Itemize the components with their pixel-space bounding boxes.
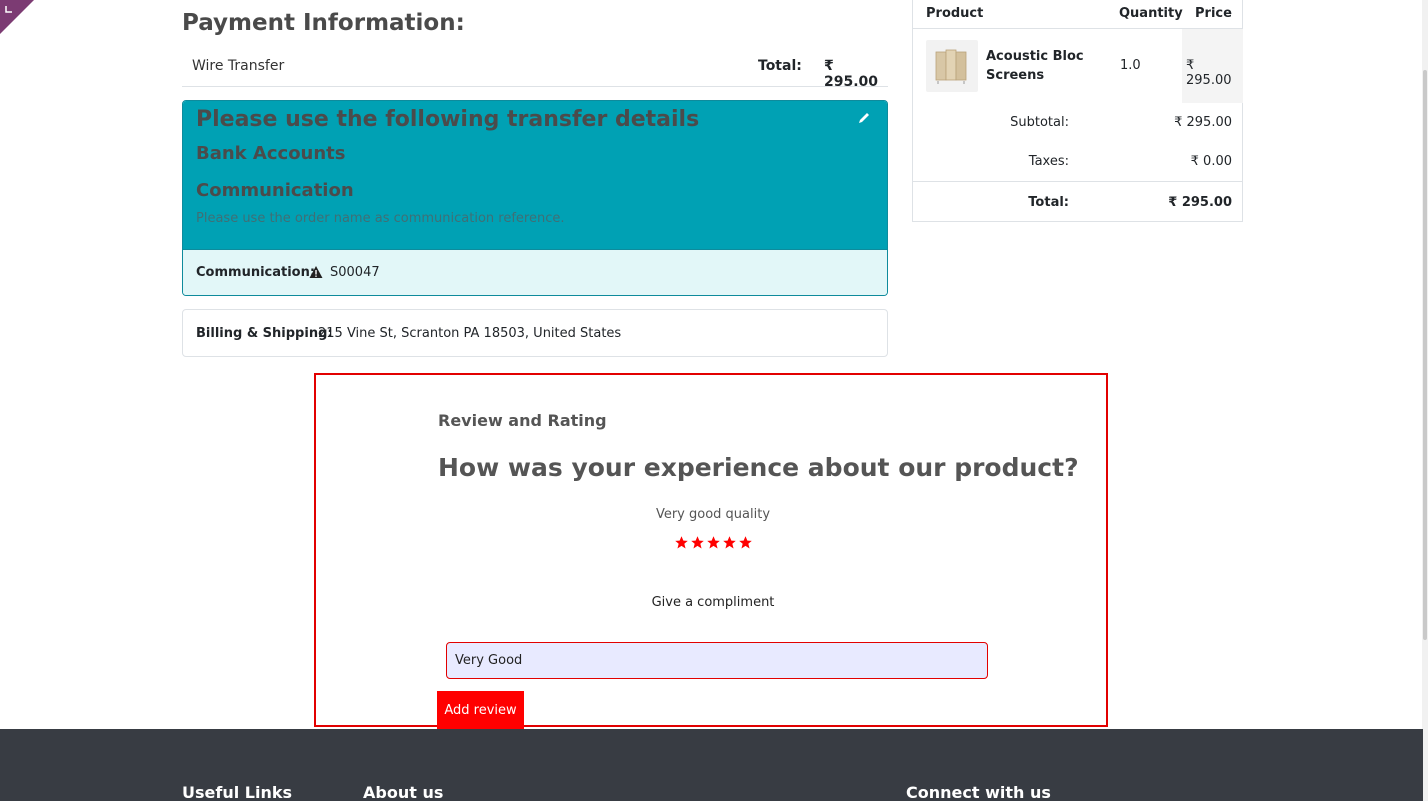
review-section-title: Review and Rating [438, 411, 607, 430]
payment-method-row: Wire Transfer Total: ₹ 295.00 [182, 52, 888, 90]
transfer-details-heading: Please use the following transfer detail… [196, 107, 700, 132]
add-review-button[interactable]: Add review [437, 691, 524, 729]
header-product: Product [926, 6, 984, 21]
payment-total-value: ₹ 295.00 [824, 58, 879, 90]
star-rating[interactable] [674, 535, 754, 551]
star-icon[interactable] [674, 535, 689, 550]
order-summary-table: Product Quantity Price Acoustic Bloc Scr… [912, 0, 1243, 222]
product-quantity: 1.0 [1120, 58, 1141, 73]
subtotal-label: Subtotal: [1010, 115, 1069, 130]
star-icon[interactable] [738, 535, 753, 550]
order-reference: S00047 [330, 265, 380, 280]
scrollbar[interactable] [1422, 0, 1428, 801]
review-question: How was your experience about our produc… [438, 453, 1079, 482]
star-icon[interactable] [690, 535, 705, 550]
billing-shipping-box: Billing & Shipping: 215 Vine St, Scranto… [182, 309, 888, 357]
communication-heading: Communication [196, 180, 354, 201]
site-footer: Useful Links About us Connect with us [0, 729, 1423, 801]
table-row: Acoustic Bloc Screens 1.0 ₹ 295.00 [913, 28, 1243, 103]
bank-accounts-heading: Bank Accounts [196, 143, 346, 164]
pencil-icon[interactable] [857, 111, 871, 125]
taxes-label: Taxes: [1028, 154, 1069, 169]
payment-info-title: Payment Information: [182, 10, 465, 36]
warning-icon [309, 266, 323, 278]
scrollbar-thumb[interactable] [1423, 70, 1427, 640]
billing-label: Billing & Shipping: [196, 326, 333, 341]
communication-note: Please use the order name as communicati… [196, 211, 565, 226]
total-row: Total: ₹ 295.00 [913, 181, 1242, 221]
product-name[interactable]: Acoustic Bloc Screens [986, 47, 1096, 85]
communication-reference-bar: Communication: S00047 [183, 249, 887, 295]
communication-label: Communication: [196, 265, 316, 280]
footer-connect: Connect with us [906, 783, 1051, 801]
review-rating-section: Review and Rating How was your experienc… [314, 373, 1108, 729]
payment-total-label: Total: [758, 58, 802, 74]
payment-method: Wire Transfer [192, 58, 285, 74]
total-value: ₹ 295.00 [1168, 195, 1232, 210]
review-input[interactable] [446, 642, 988, 679]
edit-corner-ribbon[interactable] [0, 0, 34, 34]
compliment-label: Give a compliment [651, 595, 775, 610]
total-label: Total: [1028, 195, 1069, 210]
product-image[interactable] [926, 40, 978, 92]
transfer-details-panel: Please use the following transfer detail… [182, 100, 888, 296]
rating-text: Very good quality [655, 507, 771, 522]
billing-address: 215 Vine St, Scranton PA 18503, United S… [318, 326, 622, 341]
star-icon[interactable] [722, 535, 737, 550]
subtotal-value: ₹ 295.00 [1174, 115, 1232, 130]
header-price: Price [1195, 6, 1232, 21]
subtotal-row: Subtotal: ₹ 295.00 [913, 102, 1242, 142]
footer-about-us: About us [363, 783, 444, 801]
star-icon[interactable] [706, 535, 721, 550]
product-price: ₹ 295.00 [1186, 58, 1232, 88]
header-quantity: Quantity [1119, 6, 1183, 21]
footer-useful-links: Useful Links [182, 783, 293, 801]
transfer-details-header: Please use the following transfer detail… [183, 101, 887, 249]
taxes-value: ₹ 0.00 [1190, 154, 1232, 169]
taxes-row: Taxes: ₹ 0.00 [913, 141, 1242, 181]
